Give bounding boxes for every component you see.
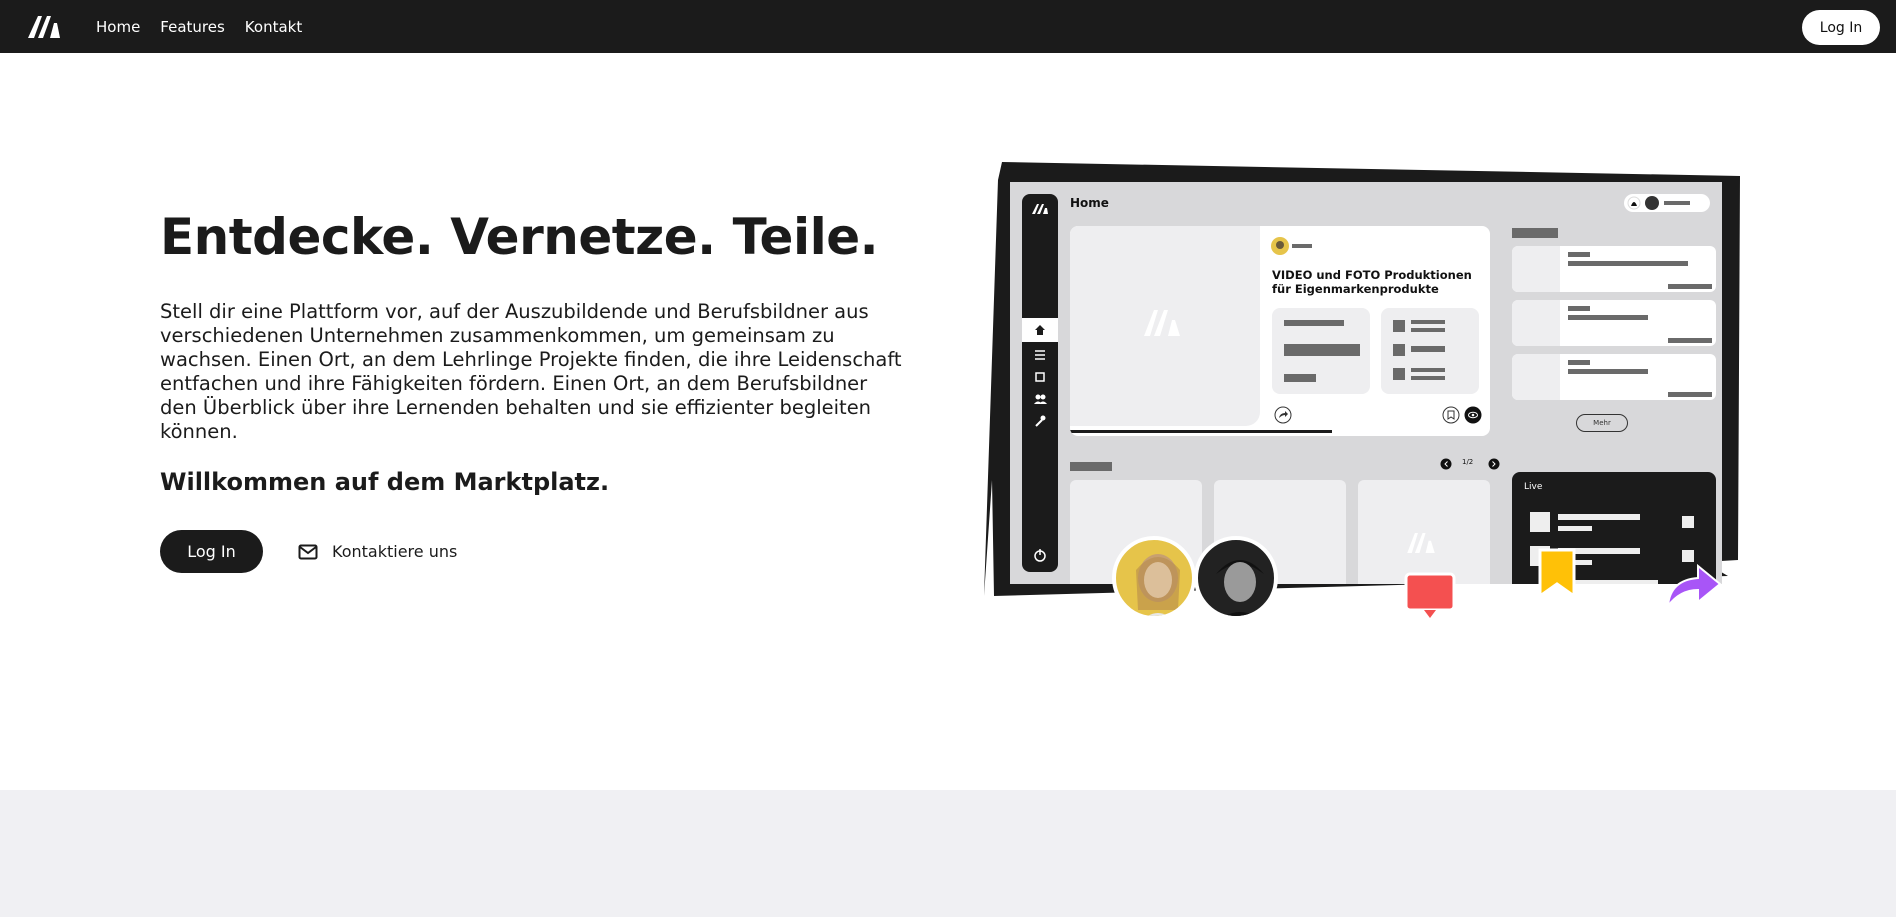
app-mockup-illustration: Home VIDEO und FOTO Produktionen für Eig… <box>984 160 1740 630</box>
mockup-screen: Home VIDEO und FOTO Produktionen für Eig… <box>1010 182 1722 584</box>
mockup-list-item <box>1512 246 1716 292</box>
contact-button-label: Kontaktiere uns <box>332 542 458 561</box>
bookmark-small-icon <box>1442 406 1460 424</box>
mockup-live-label: Live <box>1524 482 1543 492</box>
mockup-list-item <box>1512 300 1716 346</box>
mockup-list-heading <box>1512 228 1558 238</box>
eye-small-icon <box>1464 406 1482 424</box>
placeholder-logo-icon <box>1144 310 1180 336</box>
wrench-icon <box>1035 415 1046 427</box>
calendar-icon <box>1035 372 1045 382</box>
share-arrow-icon <box>1666 563 1722 610</box>
mockup-more-button: Mehr <box>1576 414 1628 432</box>
hero-subtitle: Willkommen auf dem Marktplatz. <box>160 468 610 496</box>
mockup-topbar-profile <box>1624 194 1710 212</box>
nav-login-button[interactable]: Log In <box>1802 10 1880 45</box>
mockup-more-label: Mehr <box>1593 419 1611 427</box>
mockup-sidebar <box>1022 194 1058 572</box>
hero-login-button[interactable]: Log In <box>160 530 263 573</box>
home-icon <box>1035 325 1045 335</box>
avatar-woman <box>1112 536 1196 620</box>
chat-bubble-icon <box>1404 572 1456 618</box>
contact-button[interactable]: Kontaktiere uns <box>298 530 457 573</box>
hero-title: Entdecke. Vernetze. Teile. <box>160 208 879 266</box>
logo-icon[interactable] <box>26 13 62 40</box>
avatar-man <box>1194 536 1278 620</box>
mockup-list-item <box>1512 354 1716 400</box>
nav-links: Home Features Kontakt <box>96 0 302 53</box>
mockup-card-title: VIDEO und FOTO Produktionen für Eigenmar… <box>1272 268 1472 296</box>
nav-link-kontakt[interactable]: Kontakt <box>245 18 302 36</box>
mockup-card-image <box>1070 226 1260 426</box>
footer-band <box>0 790 1896 917</box>
users-icon <box>1034 394 1047 404</box>
mockup-logo-icon <box>1032 204 1048 214</box>
mockup-grid-card <box>1358 480 1490 584</box>
mockup-card-progress <box>1070 430 1332 433</box>
top-navbar: Home Features Kontakt Log In <box>0 0 1896 53</box>
nav-link-home[interactable]: Home <box>96 18 140 36</box>
mail-icon <box>298 544 318 559</box>
mockup-stat-box-2 <box>1381 308 1479 394</box>
bookmark-icon <box>1538 548 1576 599</box>
mockup-nav-home-active <box>1022 318 1058 342</box>
hero-description: Stell dir eine Plattform vor, auf der Au… <box>160 300 902 443</box>
placeholder-logo-icon <box>1407 533 1435 553</box>
nav-link-features[interactable]: Features <box>160 18 225 36</box>
mockup-section-heading <box>1070 462 1112 471</box>
mockup-pager-label: 1/2 <box>1462 458 1474 466</box>
mockup-featured-card: VIDEO und FOTO Produktionen für Eigenmar… <box>1070 226 1490 436</box>
mockup-page-title: Home <box>1070 196 1109 210</box>
mockup-card-author <box>1271 237 1312 255</box>
list-icon <box>1035 350 1045 360</box>
mockup-stat-box-1 <box>1272 308 1370 394</box>
share-small-icon <box>1274 406 1292 424</box>
power-icon <box>1034 549 1046 562</box>
